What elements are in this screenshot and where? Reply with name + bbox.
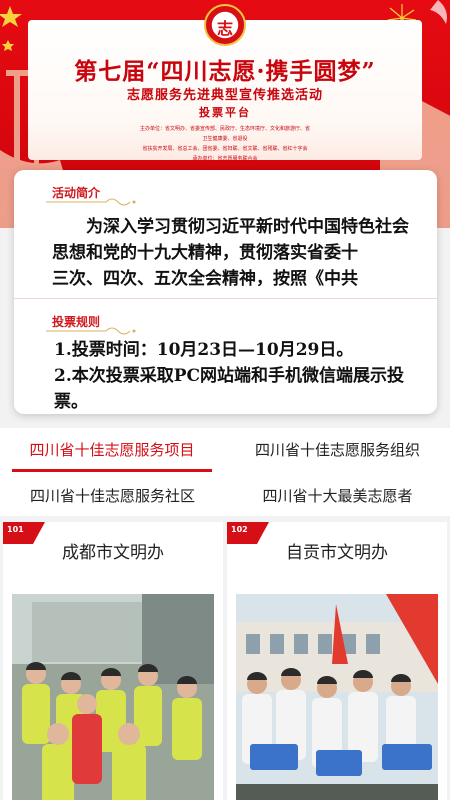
project-photo [12, 594, 214, 800]
banner-title: 第七届“四川志愿·携手圆梦” [74, 58, 376, 85]
project-card[interactable]: 101 成都市文明办 [3, 522, 223, 800]
project-card[interactable]: 102 自贡市文明办 [227, 522, 447, 800]
rules-text: 1.投票时间：10月23日—10月29日。 2.本次投票采取PC网站端和手机微信… [54, 340, 405, 411]
category-tabs: 四川省十佳志愿服务项目 四川省十佳志愿服务组织 四川省十佳志愿服务社区 四川省十… [0, 428, 450, 516]
card-title: 成都市文明办 [62, 543, 164, 563]
intro-section: 活动简介 为深入学习贯彻习近平新时代中国特色社会 主义思想和党的十九大精神，贯彻… [14, 170, 437, 298]
organizers-text: 主办单位：省文明办、省委宣传部、民政厅、生态环境厅、文化和旅游厅、省卫生健康委、… [140, 126, 311, 162]
section-divider-icon [46, 198, 136, 206]
card-title: 自贡市文明办 [286, 543, 388, 563]
intro-text: 为深入学习贯彻习近平新时代中国特色社会 主义思想和党的十九大精神，贯彻落实省委十… [52, 217, 409, 286]
banner-subtitle: 志愿服务先进典型宣传推选活动 [126, 88, 323, 103]
info-card: 活动简介 为深入学习贯彻习近平新时代中国特色社会 主义思想和党的十九大精神，贯彻… [14, 170, 437, 414]
platform-label: 投票平台 [199, 106, 251, 119]
tab-service-organizations[interactable]: 四川省十佳志愿服务组织 [225, 428, 450, 472]
tab-service-communities[interactable]: 四川省十佳志愿服务社区 [0, 474, 225, 518]
tab-service-projects[interactable]: 四川省十佳志愿服务项目 [12, 428, 212, 472]
project-photo [236, 594, 438, 800]
tab-best-volunteers[interactable]: 四川省十大最美志愿者 [225, 474, 450, 518]
volunteer-logo: 志 [204, 4, 246, 46]
rules-section: 投票规则 1.投票时间：10月23日—10月29日。 2.本次投票采取PC网站端… [14, 298, 437, 414]
